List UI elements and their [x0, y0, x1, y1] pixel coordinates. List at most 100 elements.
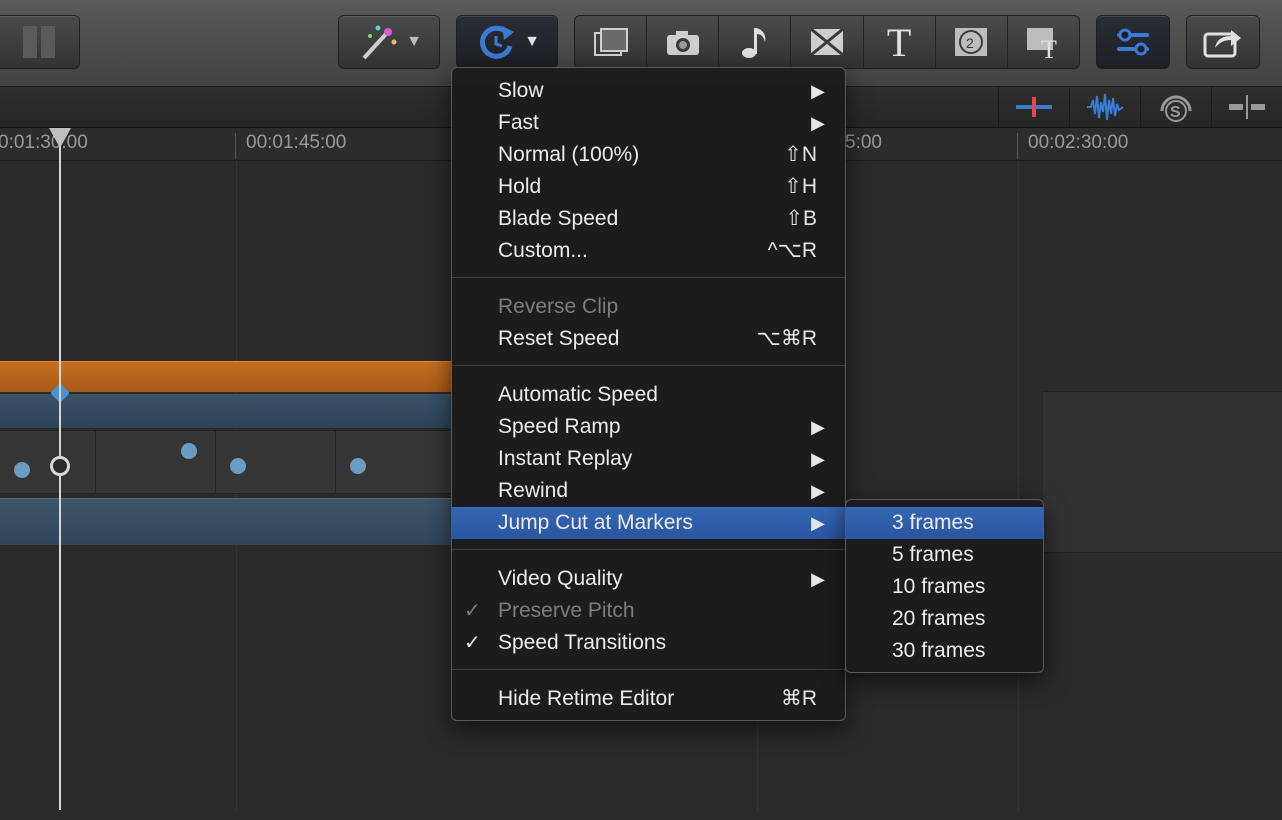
keyframe[interactable]: [181, 443, 197, 459]
menu-separator: [452, 277, 845, 278]
menu-item-video-quality[interactable]: Video Quality ▶: [452, 563, 845, 595]
share-icon: [1203, 30, 1241, 58]
menu-item-shortcut: ⌥⌘R: [756, 327, 817, 350]
title-icon: T: [886, 19, 912, 65]
submenu-arrow-icon: ▶: [811, 513, 825, 533]
submenu-item-3-frames[interactable]: 3 frames: [846, 507, 1043, 539]
music-button[interactable]: [719, 16, 792, 68]
menu-item-fast[interactable]: Fast ▶: [452, 107, 845, 139]
menu-item-label: Jump Cut at Markers: [498, 511, 693, 534]
checkmark-icon: ✓: [464, 600, 481, 622]
playhead-knob[interactable]: [50, 456, 70, 476]
skimming-button[interactable]: [998, 87, 1069, 127]
submenu-arrow-icon: ▶: [811, 449, 825, 469]
titles-button[interactable]: T: [864, 16, 936, 68]
menu-item-blade-speed[interactable]: Blade Speed ⇧B: [452, 203, 845, 235]
ruler-label: 0:01:30:00: [0, 132, 88, 153]
menu-separator: [452, 365, 845, 366]
menu-item-hold[interactable]: Hold ⇧H: [452, 171, 845, 203]
photos-button[interactable]: [647, 16, 720, 68]
chevron-down-icon: ▼: [524, 33, 540, 50]
submenu-arrow-icon: ▶: [811, 113, 825, 133]
submenu-item-5-frames[interactable]: 5 frames: [846, 539, 1043, 571]
keyframe[interactable]: [350, 458, 366, 474]
waveform-icon: [1087, 93, 1124, 121]
menu-item-shortcut: ^⌥R: [767, 239, 817, 262]
submenu-item-label: 30 frames: [892, 639, 986, 662]
clip-browser-button[interactable]: [575, 16, 648, 68]
generators-icon: 2: [955, 28, 988, 56]
submenu-arrow-icon: ▶: [811, 417, 825, 437]
menu-item-label: Automatic Speed: [498, 383, 658, 406]
layout-button[interactable]: [0, 15, 80, 69]
retime-speed-bar[interactable]: [0, 361, 452, 392]
transitions-button[interactable]: [791, 16, 864, 68]
clip-divider: [215, 431, 216, 493]
share-button[interactable]: [1186, 15, 1260, 69]
menu-item-reset-speed[interactable]: Reset Speed ⌥⌘R: [452, 323, 845, 355]
menu-item-label: Normal (100%): [498, 143, 640, 166]
menu-item-hide-retime-editor[interactable]: Hide Retime Editor ⌘R: [452, 683, 845, 715]
inspector-button[interactable]: [1096, 15, 1170, 69]
music-note-icon: [741, 28, 766, 58]
menu-item-label: Hold: [498, 175, 542, 198]
menu-item-shortcut: ⇧H: [784, 175, 817, 198]
menu-item-shortcut: ⌘R: [780, 687, 817, 710]
chevron-down-icon: ▼: [406, 33, 422, 50]
menu-item-custom[interactable]: Custom... ^⌥R: [452, 235, 845, 267]
inspector-icon: [1117, 28, 1149, 56]
playhead-handle[interactable]: [49, 128, 71, 148]
menu-item-label: Speed Transitions: [498, 631, 667, 654]
menu-item-automatic-speed[interactable]: Automatic Speed: [452, 379, 845, 411]
menu-item-label: Custom...: [498, 239, 588, 262]
menu-item-label: Reverse Clip: [498, 295, 619, 318]
menu-item-speed-transitions[interactable]: ✓ Speed Transitions: [452, 627, 845, 659]
menu-item-jump-cut-at-markers[interactable]: Jump Cut at Markers ▶: [452, 507, 845, 539]
menu-separator: [452, 669, 845, 670]
menu-item-label: Blade Speed: [498, 207, 619, 230]
ruler-label: 00:01:45:00: [235, 133, 346, 159]
snapping-button[interactable]: [1211, 87, 1282, 127]
camera-icon: [666, 31, 699, 55]
menu-item-label: Instant Replay: [498, 447, 633, 470]
menu-item-rewind[interactable]: Rewind ▶: [452, 475, 845, 507]
generators-button[interactable]: 2: [936, 16, 1008, 68]
menu-item-label: Video Quality: [498, 567, 623, 590]
menu-item-normal[interactable]: Normal (100%) ⇧N: [452, 139, 845, 171]
keyframe[interactable]: [14, 462, 30, 478]
svg-text:S: S: [1170, 104, 1181, 121]
submenu-item-10-frames[interactable]: 10 frames: [846, 571, 1043, 603]
menu-item-label: Slow: [498, 79, 544, 102]
keyframe[interactable]: [230, 458, 246, 474]
menu-item-shortcut: ⇧N: [784, 143, 817, 166]
retime-menu-button[interactable]: ▼: [456, 15, 558, 69]
menu-item-label: Preserve Pitch: [498, 599, 635, 622]
magic-wand-icon: [362, 25, 397, 60]
checkmark-icon: ✓: [464, 632, 481, 654]
svg-text:2: 2: [966, 35, 974, 51]
menu-item-label: Fast: [498, 111, 539, 134]
submenu-arrow-icon: ▶: [811, 569, 825, 589]
grid-line: [1018, 161, 1019, 811]
menu-item-speed-ramp[interactable]: Speed Ramp ▶: [452, 411, 845, 443]
skimming-icon: [1016, 97, 1052, 117]
menu-item-slow[interactable]: Slow ▶: [452, 75, 845, 107]
clip-divider: [95, 431, 96, 493]
solo-button[interactable]: S: [1140, 87, 1211, 127]
themes-icon: T: [1027, 28, 1057, 60]
clip-header[interactable]: [0, 394, 452, 428]
menu-item-reverse-clip: Reverse Clip: [452, 291, 845, 323]
submenu-item-20-frames[interactable]: 20 frames: [846, 603, 1043, 635]
submenu-item-30-frames[interactable]: 30 frames: [846, 635, 1043, 667]
submenu-item-label: 20 frames: [892, 607, 986, 630]
effects-menu-button[interactable]: ▼: [338, 15, 440, 69]
menu-item-label: Speed Ramp: [498, 415, 621, 438]
submenu-arrow-icon: ▶: [811, 481, 825, 501]
transitions-icon: [810, 27, 844, 57]
menu-item-label: Hide Retime Editor: [498, 687, 675, 710]
themes-button[interactable]: T: [1008, 16, 1079, 68]
menu-item-instant-replay[interactable]: Instant Replay ▶: [452, 443, 845, 475]
audio-skimming-button[interactable]: [1069, 87, 1140, 127]
timeline-track: [1043, 391, 1282, 553]
audio-clip[interactable]: [0, 498, 452, 545]
